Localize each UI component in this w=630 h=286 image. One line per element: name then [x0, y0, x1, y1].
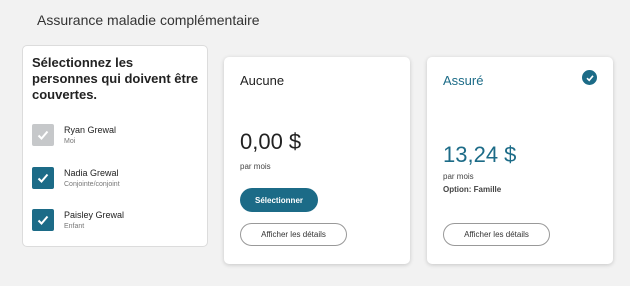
- person-relation: Moi: [64, 138, 76, 145]
- show-details-button[interactable]: Afficher les détails: [443, 223, 550, 246]
- check-circle-icon: [582, 70, 597, 85]
- plan-card-insured[interactable]: Assuré 13,24 $ par mois Option: Famille …: [427, 57, 613, 264]
- plan-title: Assuré: [443, 73, 484, 88]
- plan-title: Aucune: [240, 73, 285, 88]
- section-title: Assurance maladie complémentaire: [37, 12, 260, 28]
- check-icon: [37, 215, 49, 225]
- plan-card-none[interactable]: Aucune 0,00 $ par mois Sélectionner Affi…: [224, 57, 410, 264]
- person-checkbox-ryan[interactable]: [32, 124, 54, 146]
- show-details-button[interactable]: Afficher les détails: [240, 223, 347, 246]
- person-row-ryan: Ryan Grewal Moi: [32, 124, 202, 150]
- person-name: Nadia Grewal: [64, 168, 119, 178]
- check-icon: [37, 173, 49, 183]
- person-row-nadia: Nadia Grewal Conjointe/conjoint: [32, 167, 202, 193]
- plan-per-month: par mois: [240, 162, 271, 171]
- person-checkbox-paisley[interactable]: [32, 209, 54, 231]
- persons-heading: Sélectionnez les personnes qui doivent ê…: [32, 55, 199, 102]
- person-name: Paisley Grewal: [64, 210, 125, 220]
- person-relation: Conjointe/conjoint: [64, 181, 120, 188]
- plan-per-month: par mois: [443, 172, 474, 181]
- person-name: Ryan Grewal: [64, 125, 117, 135]
- plan-price: 13,24 $: [443, 142, 517, 167]
- select-button[interactable]: Sélectionner: [240, 188, 318, 212]
- person-relation: Enfant: [64, 223, 85, 230]
- check-icon: [37, 130, 49, 140]
- plan-option: Option: Famille: [443, 185, 502, 194]
- persons-card: Sélectionnez les personnes qui doivent ê…: [22, 45, 208, 247]
- plan-price: 0,00 $: [240, 129, 302, 154]
- person-row-paisley: Paisley Grewal Enfant: [32, 209, 202, 235]
- person-checkbox-nadia[interactable]: [32, 167, 54, 189]
